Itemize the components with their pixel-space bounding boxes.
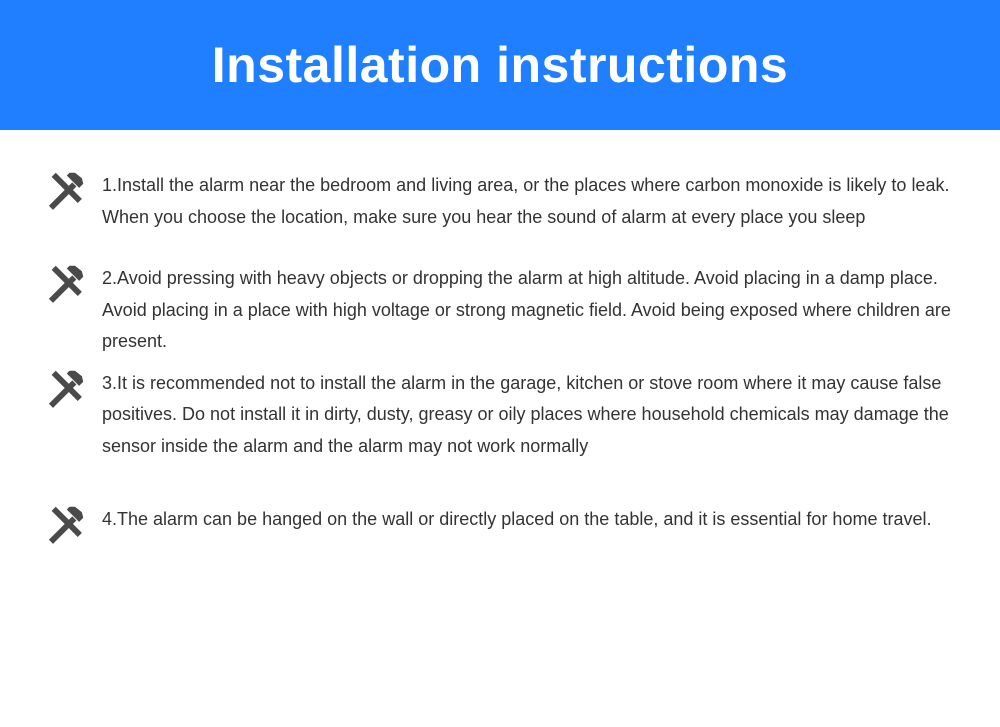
title-banner: Installation instructions bbox=[0, 0, 1000, 130]
hammer-icon bbox=[40, 261, 88, 309]
instruction-text-2: 2.Avoid pressing with heavy objects or d… bbox=[102, 261, 960, 358]
instruction-item-1: 1.Install the alarm near the bedroom and… bbox=[40, 168, 960, 233]
instruction-text-1: 1.Install the alarm near the bedroom and… bbox=[102, 168, 960, 233]
page-title: Installation instructions bbox=[212, 36, 788, 94]
content-area: 1.Install the alarm near the bedroom and… bbox=[0, 130, 1000, 550]
hammer-icon bbox=[40, 366, 88, 414]
instruction-text-4: 4.The alarm can be hanged on the wall or… bbox=[102, 502, 960, 536]
instruction-text-3: 3.It is recommended not to install the a… bbox=[102, 366, 960, 463]
hammer-icon bbox=[40, 502, 88, 550]
hammer-icon bbox=[40, 168, 88, 216]
instruction-item-4: 4.The alarm can be hanged on the wall or… bbox=[40, 502, 960, 550]
instruction-item-2: 2.Avoid pressing with heavy objects or d… bbox=[40, 261, 960, 358]
instruction-item-3: 3.It is recommended not to install the a… bbox=[40, 366, 960, 463]
